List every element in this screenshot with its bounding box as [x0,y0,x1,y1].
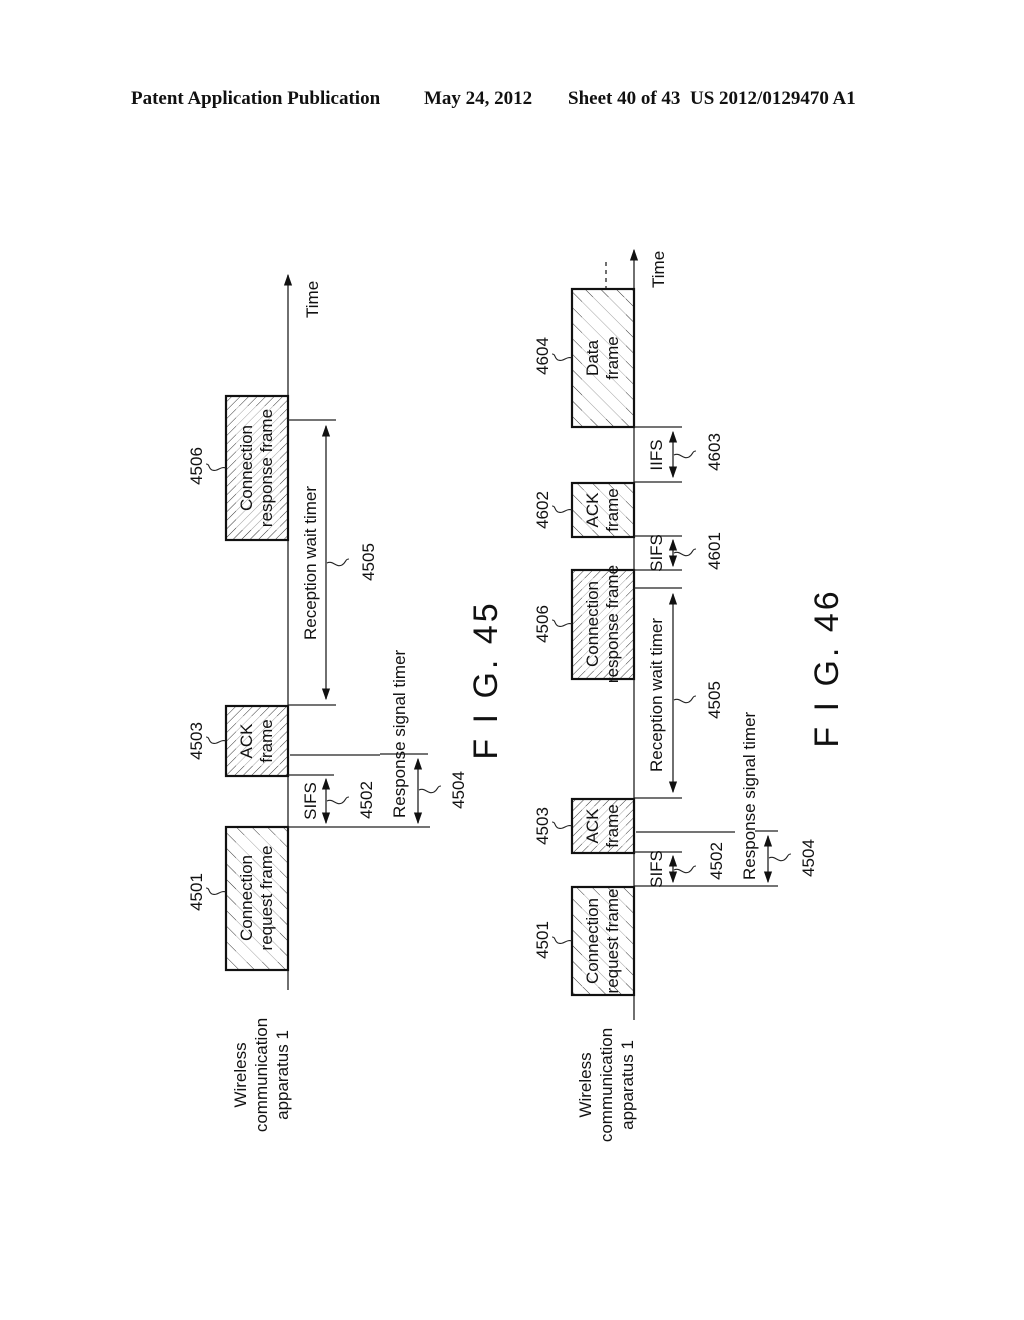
svg-text:Data: Data [583,340,602,376]
figure-45: Time Wireless communication apparatus 1 … [187,273,505,1132]
time-axis-label: Time [649,251,668,288]
ref-4502: 4502 [357,781,376,819]
ref-4506: 4506 [187,447,206,485]
svg-text:ACK: ACK [583,808,602,844]
svg-text:Connection: Connection [583,898,602,984]
svg-text:ACK: ACK [583,492,602,528]
ack-frame-2: ACK frame 4602 [533,481,636,539]
svg-text:apparatus 1: apparatus 1 [618,1040,637,1130]
ref-4503: 4503 [533,807,552,845]
ref-4604: 4604 [533,337,552,375]
svg-text:Connection: Connection [237,425,256,511]
ref-4505: 4505 [705,681,724,719]
svg-text:Wireless: Wireless [576,1052,595,1117]
svg-text:request frame: request frame [603,889,622,994]
svg-text:communication: communication [597,1028,616,1142]
ref-4506: 4506 [533,605,552,643]
ref-4501: 4501 [533,921,552,959]
svg-text:Connection: Connection [583,581,602,667]
svg-text:SIFS: SIFS [301,782,320,820]
apparatus-label: Wireless communication apparatus 1 [231,1018,292,1132]
svg-text:frame: frame [603,804,622,847]
ref-4501: 4501 [187,873,206,911]
svg-text:response frame: response frame [603,565,622,683]
svg-text:frame: frame [603,336,622,379]
connection-response-frame: Connection response frame 4506 [187,394,290,542]
svg-text:Wireless: Wireless [231,1042,250,1107]
svg-text:Connection: Connection [237,855,256,941]
svg-text:request frame: request frame [257,846,276,951]
apparatus-label: Wireless communication apparatus 1 [576,1028,637,1142]
sifs-interval-2: SIFS 4601 [634,532,724,572]
reception-wait-timer: Reception wait timer 4505 [634,587,724,799]
ref-4502: 4502 [707,842,726,880]
ref-4505: 4505 [359,543,378,581]
ack-frame: ACK frame 4503 [187,704,290,778]
svg-text:response frame: response frame [257,409,276,527]
svg-text:SIFS: SIFS [647,850,666,888]
connection-request-frame: Connection request frame 4501 [187,825,290,972]
svg-text:communication: communication [252,1018,271,1132]
data-frame: Data frame 4604 [533,287,636,429]
iifs-interval: IIFS 4603 [634,426,724,483]
reception-wait-timer: Reception wait timer 4505 [288,419,378,706]
svg-text:apparatus 1: apparatus 1 [273,1030,292,1120]
patent-drawing: Time Wireless communication apparatus 1 … [187,248,846,1142]
ref-4602: 4602 [533,491,552,529]
ref-4603: 4603 [705,433,724,471]
figure-46: Time Wireless communication apparatus 1 … [533,248,846,1142]
svg-text:Response signal timer: Response signal timer [740,711,759,880]
figure-caption-45: F I G. 45 [467,600,505,759]
svg-text:Reception wait timer: Reception wait timer [647,618,666,772]
svg-text:frame: frame [257,719,276,762]
svg-text:frame: frame [603,488,622,531]
svg-text:Reception wait timer: Reception wait timer [301,486,320,640]
ref-4601: 4601 [705,532,724,570]
svg-text:Response signal timer: Response signal timer [390,649,409,818]
figure-caption-46: F I G. 46 [808,588,846,747]
connection-response-frame: Connection response frame 4506 [533,565,636,683]
svg-text:IIFS: IIFS [647,439,666,470]
svg-text:ACK: ACK [237,723,256,759]
ref-4504: 4504 [799,839,818,877]
connection-request-frame: Connection request frame 4501 [533,885,636,997]
ack-frame: ACK frame 4503 [533,797,636,855]
ref-4503: 4503 [187,722,206,760]
time-axis-label: Time [303,281,322,318]
ref-4504: 4504 [449,771,468,809]
svg-text:SIFS: SIFS [647,534,666,572]
